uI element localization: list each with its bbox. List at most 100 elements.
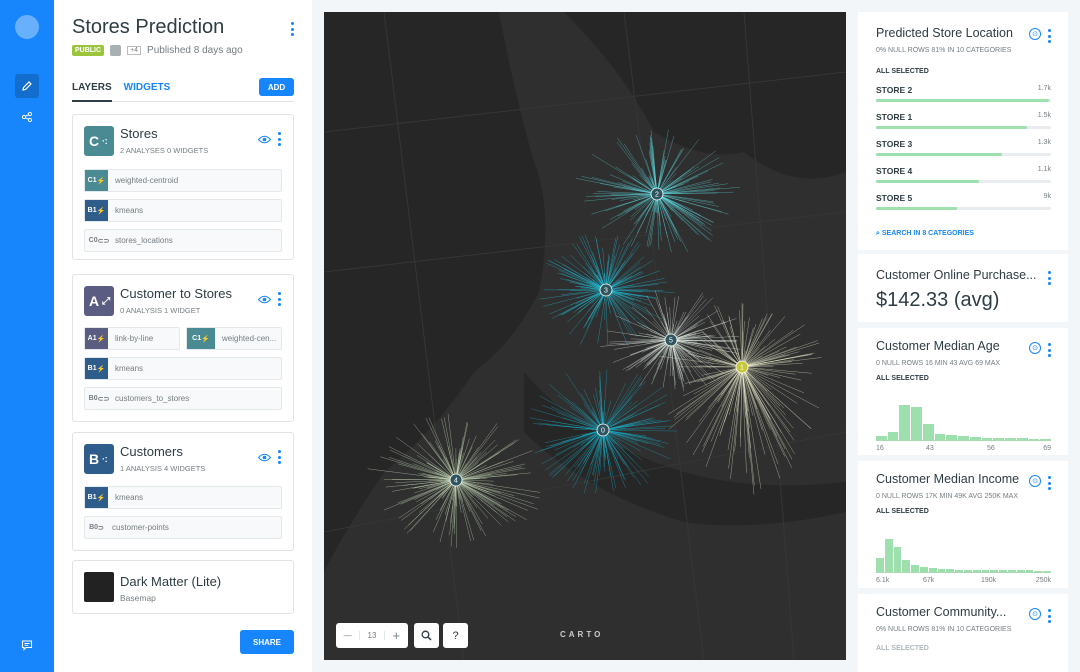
basemap-card[interactable]: Dark Matter (Lite) Basemap xyxy=(72,560,294,614)
histogram-bar[interactable] xyxy=(993,438,1005,440)
carto-logo[interactable] xyxy=(15,15,39,39)
map-svg[interactable]: 2 3 5 1 0 4 xyxy=(324,12,846,660)
histogram-bar[interactable] xyxy=(946,569,955,572)
histogram-bar[interactable] xyxy=(902,560,911,572)
analysis-node[interactable]: B1 ⚡ kmeans xyxy=(84,486,282,509)
histogram-bar[interactable] xyxy=(911,564,919,572)
category-row[interactable]: STORE 2 1.7k xyxy=(876,85,1051,102)
histogram-bar[interactable] xyxy=(876,558,884,572)
lock-icon[interactable]: ⊙ xyxy=(1029,342,1041,354)
map-canvas[interactable]: 2 3 5 1 0 4 — 13 + ? CARTO xyxy=(324,12,846,660)
widget-options-kebab-icon[interactable] xyxy=(1044,342,1054,358)
lock-icon[interactable]: ⊙ xyxy=(1029,475,1041,487)
histogram-bar[interactable] xyxy=(937,568,946,572)
all-selected-label[interactable]: ALL SELECTED xyxy=(876,375,929,382)
lock-icon[interactable]: ⊙ xyxy=(1029,28,1041,40)
analysis-node[interactable]: C1 ⚡ weighted-centroid xyxy=(84,169,282,192)
histogram-bar[interactable] xyxy=(990,570,999,572)
share-nodes-icon[interactable] xyxy=(15,105,39,129)
all-selected-label[interactable]: ALL SELECTED xyxy=(876,645,929,652)
histogram[interactable] xyxy=(876,401,1052,441)
histogram-bar[interactable] xyxy=(999,570,1007,572)
layer-card-customer-to-stores[interactable]: A ⤢ Customer to Stores 0 ANALYSIS 1 WIDGE… xyxy=(72,274,294,422)
layer-name[interactable]: Stores xyxy=(120,126,158,141)
histogram-bar[interactable] xyxy=(955,569,963,572)
tab-widgets[interactable]: WIDGETS xyxy=(124,78,171,102)
histogram-bar[interactable] xyxy=(928,568,937,572)
histogram[interactable] xyxy=(876,533,1051,573)
map-title[interactable]: Stores Prediction xyxy=(72,16,224,39)
category-row[interactable]: STORE 1 1.5k xyxy=(876,112,1051,129)
histogram-bar[interactable] xyxy=(899,404,911,440)
analysis-node[interactable]: A1 ⚡ link-by-line xyxy=(84,327,180,350)
histogram-bar[interactable] xyxy=(969,436,981,440)
histogram-bar[interactable] xyxy=(981,570,990,572)
add-button[interactable]: ADD xyxy=(259,78,294,96)
analysis-node[interactable]: B1 ⚡ kmeans xyxy=(84,357,282,380)
analysis-node[interactable]: C1 ⚡ weighted-cen... xyxy=(186,327,282,350)
eye-icon[interactable] xyxy=(257,449,272,467)
histogram-bar[interactable] xyxy=(919,567,928,572)
axis-tick: 56 xyxy=(987,445,995,452)
help-button[interactable]: ? xyxy=(443,623,468,648)
pencil-icon[interactable] xyxy=(15,74,39,98)
layer-options-kebab-icon[interactable] xyxy=(274,449,284,465)
share-button[interactable]: SHARE xyxy=(240,630,294,654)
carto-attribution[interactable]: CARTO xyxy=(560,630,603,639)
histogram-bar[interactable] xyxy=(922,424,934,440)
chat-icon[interactable] xyxy=(15,633,39,657)
layer-options-kebab-icon[interactable] xyxy=(274,131,284,147)
all-selected-label[interactable]: ALL SELECTED xyxy=(876,68,929,75)
histogram-bar[interactable] xyxy=(1016,570,1025,572)
source-node[interactable]: B0 ⊃ customer-points xyxy=(84,516,282,539)
histogram-bar[interactable] xyxy=(884,538,893,572)
analysis-node[interactable]: B1 ⚡ kmeans xyxy=(84,199,282,222)
layer-name[interactable]: Customer to Stores xyxy=(120,286,232,301)
map-options-kebab-icon[interactable] xyxy=(287,21,297,37)
widget-predicted-store-location: Predicted Store Location ⊙ 0% NULL ROWS … xyxy=(858,12,1068,250)
category-row[interactable]: STORE 5 9k xyxy=(876,193,1051,210)
eye-icon[interactable] xyxy=(257,291,272,309)
layer-options-kebab-icon[interactable] xyxy=(274,291,284,307)
histogram-bar[interactable] xyxy=(893,546,902,572)
search-icon[interactable] xyxy=(414,623,439,648)
category-row[interactable]: STORE 3 1.3k xyxy=(876,139,1051,156)
histogram-bar[interactable] xyxy=(1005,438,1016,440)
layer-card-customers[interactable]: B ∙: Customers 1 ANALYSIS 4 WIDGETS B1 ⚡ km… xyxy=(72,432,294,551)
all-selected-label[interactable]: ALL SELECTED xyxy=(876,508,929,515)
histogram-bar[interactable] xyxy=(1040,438,1052,440)
widget-options-kebab-icon[interactable] xyxy=(1044,28,1054,44)
histogram-bar[interactable] xyxy=(887,432,899,440)
widget-options-kebab-icon[interactable] xyxy=(1044,475,1054,491)
histogram-bar[interactable] xyxy=(1007,570,1016,572)
zoom-in-button[interactable]: + xyxy=(385,628,408,643)
histogram-bar[interactable] xyxy=(958,436,969,440)
source-node[interactable]: B0 ⊂⊃ customers_to_stores xyxy=(84,387,282,410)
widget-stats: 0% NULL ROWS 81% IN 10 CATEGORIES xyxy=(876,626,1012,633)
category-row[interactable]: STORE 4 1.1k xyxy=(876,166,1051,183)
search-categories-link[interactable]: ⌕ SEARCH IN 8 CATEGORIES xyxy=(876,230,974,238)
histogram-bar[interactable] xyxy=(972,570,981,572)
zoom-out-button[interactable]: — xyxy=(336,631,359,640)
histogram-bar[interactable] xyxy=(1016,438,1028,440)
histogram-bar[interactable] xyxy=(934,434,946,440)
histogram-bar[interactable] xyxy=(911,406,922,440)
layer-card-stores[interactable]: C ∙: Stores 2 ANALYSES 0 WIDGETS C1 ⚡ weigh… xyxy=(72,114,294,260)
histogram-bar[interactable] xyxy=(1028,438,1040,440)
histogram-bar[interactable] xyxy=(1043,570,1051,572)
basemap-name[interactable]: Dark Matter (Lite) xyxy=(120,574,221,589)
histogram-bar[interactable] xyxy=(963,569,972,572)
source-node[interactable]: C0 ⊂⊃ stores_locations xyxy=(84,229,282,252)
widget-options-kebab-icon[interactable] xyxy=(1044,608,1054,624)
privacy-badge[interactable]: PUBLIC xyxy=(72,45,105,56)
histogram-bar[interactable] xyxy=(1034,570,1043,572)
eye-icon[interactable] xyxy=(257,131,272,149)
tab-layers[interactable]: LAYERS xyxy=(72,78,112,102)
histogram-bar[interactable] xyxy=(946,435,958,440)
lock-icon[interactable]: ⊙ xyxy=(1029,608,1041,620)
histogram-bar[interactable] xyxy=(1025,570,1034,572)
layer-name[interactable]: Customers xyxy=(120,444,183,459)
histogram-bar[interactable] xyxy=(981,437,993,440)
histogram-bar[interactable] xyxy=(876,436,887,440)
widget-options-kebab-icon[interactable] xyxy=(1044,270,1054,286)
